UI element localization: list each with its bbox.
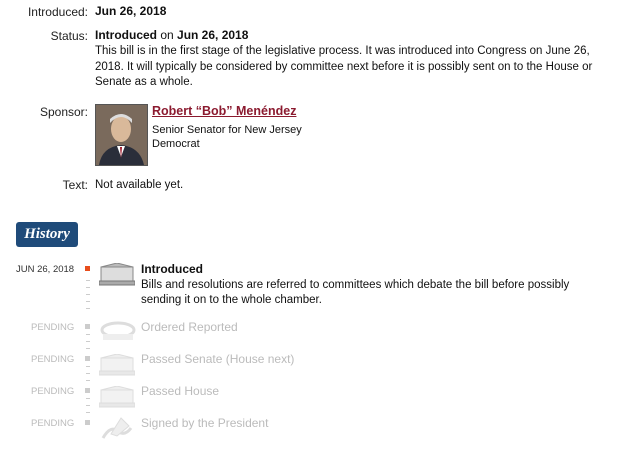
status-line: Introduced on Jun 26, 2018 bbox=[95, 28, 248, 44]
sponsor-portrait-icon bbox=[96, 105, 147, 165]
status-on: on bbox=[157, 28, 178, 42]
step-title-pending: Signed by the President bbox=[141, 416, 269, 430]
timeline-dot-pending bbox=[85, 420, 90, 425]
step-date-pending: PENDING bbox=[31, 418, 75, 429]
timeline-connector bbox=[86, 398, 90, 419]
timeline-dot-current bbox=[85, 266, 90, 271]
step-title-pending: Passed House bbox=[141, 384, 220, 398]
timeline-dot-pending bbox=[85, 324, 90, 329]
text-label: Text: bbox=[62, 178, 88, 192]
sponsor-name-link[interactable]: Robert “Bob” Menéndez bbox=[152, 104, 296, 118]
capitol-building-icon bbox=[98, 385, 136, 413]
capitol-building-icon bbox=[98, 353, 136, 381]
step-title-pending: Ordered Reported bbox=[141, 320, 238, 334]
timeline-connector bbox=[86, 334, 90, 355]
capitol-building-icon bbox=[98, 262, 136, 292]
step-description: Bills and resolutions are referred to co… bbox=[141, 279, 570, 306]
status-stage: Introduced bbox=[95, 28, 157, 42]
step-title-current: Introduced bbox=[141, 262, 203, 276]
step-date-pending: PENDING bbox=[31, 354, 75, 365]
sponsor-party: Democrat bbox=[152, 137, 200, 150]
step-title-pending: Passed Senate (House next) bbox=[141, 352, 295, 366]
timeline-dot-pending bbox=[85, 388, 90, 393]
status-date: Jun 26, 2018 bbox=[177, 28, 249, 42]
history-heading: History bbox=[16, 222, 78, 247]
timeline-connector bbox=[86, 280, 90, 315]
status-description: This bill is in the first stage of the l… bbox=[95, 45, 593, 88]
sponsor-role: Senior Senator for New Jersey bbox=[152, 123, 302, 136]
sponsor-photo[interactable] bbox=[95, 104, 148, 166]
timeline-connector bbox=[86, 366, 90, 387]
step-date-pending: PENDING bbox=[31, 322, 75, 333]
sponsor-info: Robert “Bob” Menéndez Senior Senator for… bbox=[152, 104, 302, 151]
step-date: JUN 26, 2018 bbox=[16, 264, 75, 275]
pen-signature-icon bbox=[99, 414, 135, 447]
committee-table-icon bbox=[99, 320, 137, 349]
step-date-pending: PENDING bbox=[31, 386, 75, 397]
introduced-label: Introduced: bbox=[27, 5, 88, 19]
status-label: Status: bbox=[50, 29, 88, 43]
timeline-dot-pending bbox=[85, 356, 90, 361]
introduced-date: Jun 26, 2018 bbox=[95, 4, 167, 18]
text-value: Not available yet. bbox=[95, 179, 184, 191]
sponsor-label: Sponsor: bbox=[39, 105, 88, 119]
